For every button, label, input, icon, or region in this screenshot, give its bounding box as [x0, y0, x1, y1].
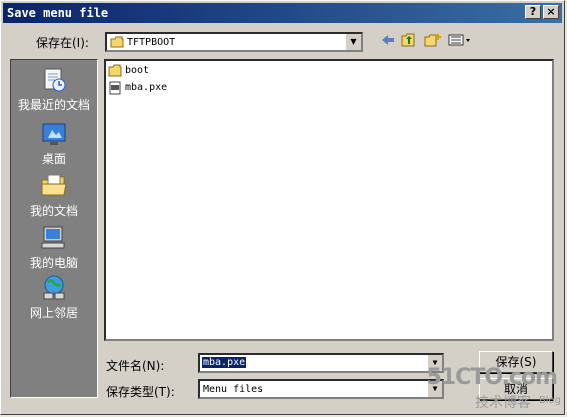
- folder-icon: [108, 64, 122, 77]
- folder-icon: [110, 36, 124, 48]
- place-desktop[interactable]: 桌面: [11, 118, 97, 168]
- help-button[interactable]: ?: [525, 5, 541, 19]
- places-bar: 我最近的文档 桌面 我的文档 我的电脑 网上邻居: [10, 59, 98, 398]
- filename-value: mba.pxe: [202, 357, 247, 368]
- back-arrow-icon[interactable]: [378, 33, 398, 51]
- my-computer-icon: [41, 226, 65, 249]
- filetype-value: Menu files: [203, 384, 264, 395]
- chevron-down-icon[interactable]: ▼: [345, 34, 361, 50]
- save-in-combo[interactable]: TFTPBOOT ▼: [105, 32, 363, 52]
- filetype-label: 保存类型(T):: [106, 385, 175, 399]
- place-recent-documents[interactable]: 我最近的文档: [11, 64, 97, 114]
- view-menu-icon[interactable]: [447, 33, 473, 51]
- place-my-documents[interactable]: 我的文档: [11, 170, 97, 220]
- recent-documents-icon: [44, 68, 66, 92]
- title-bar: Save menu file ? ×: [3, 3, 562, 23]
- place-network[interactable]: 网上邻居: [11, 272, 97, 322]
- network-places-icon: [43, 275, 65, 300]
- up-folder-icon[interactable]: [399, 33, 419, 51]
- place-my-computer[interactable]: 我的电脑: [11, 222, 97, 272]
- watermark: 51CTO.com 技术博客 Blog: [426, 365, 561, 411]
- save-in-value: TFTPBOOT: [127, 37, 176, 48]
- desktop-icon: [42, 123, 66, 145]
- save-dialog: Save menu file ? × 保存在(I): TFTPBOOT ▼ 我最…: [0, 0, 565, 415]
- file-icon: [109, 81, 121, 95]
- new-folder-icon[interactable]: [423, 33, 443, 51]
- save-in-label: 保存在(I):: [36, 36, 89, 50]
- filetype-select[interactable]: Menu files ▼: [198, 379, 444, 399]
- window-title: Save menu file: [7, 6, 109, 20]
- file-list[interactable]: boot mba.pxe: [104, 59, 554, 341]
- close-button[interactable]: ×: [543, 5, 559, 19]
- my-documents-icon: [41, 174, 67, 196]
- filename-input[interactable]: mba.pxe ▼: [198, 353, 444, 373]
- filename-label: 文件名(N):: [106, 359, 165, 373]
